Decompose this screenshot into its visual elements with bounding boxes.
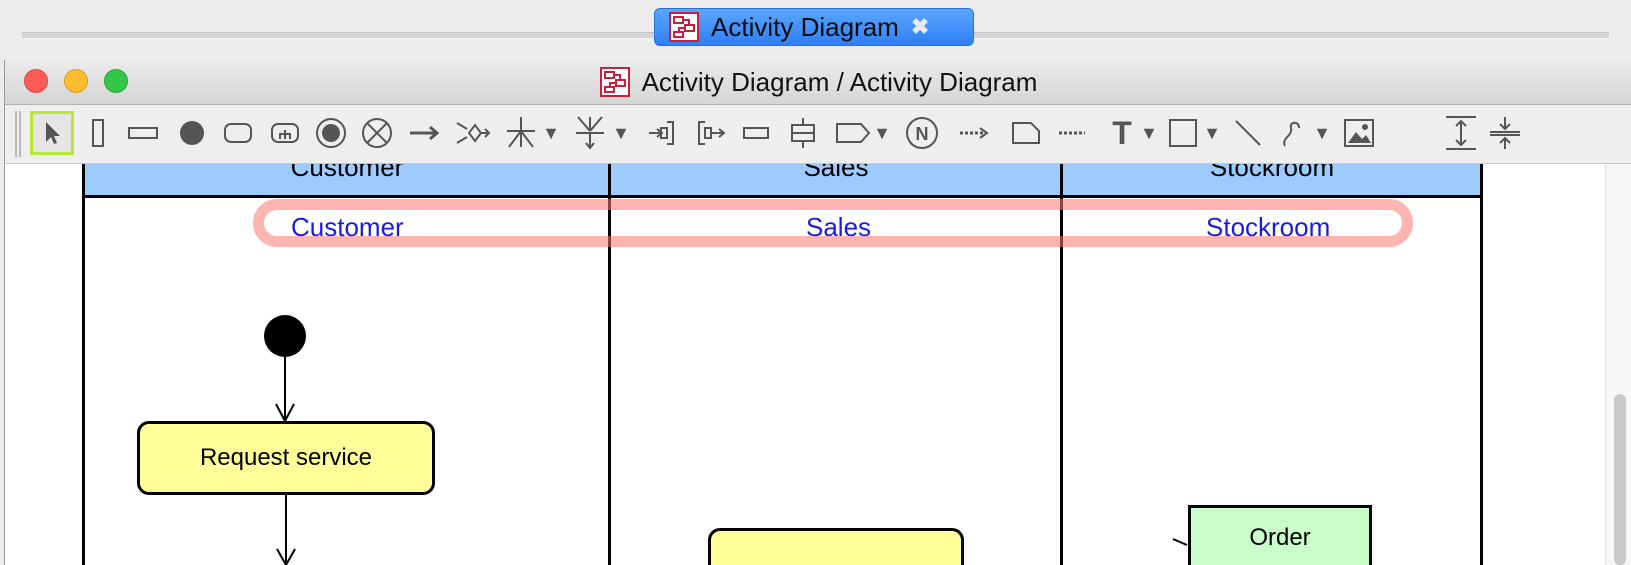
tab-activity-diagram[interactable]: Activity Diagram ✖ [654,8,974,46]
window-title-text: Activity Diagram / Activity Diagram [641,66,1038,97]
diagram-canvas[interactable]: Customer Sales Stockroom Customer Sales … [5,164,1631,565]
rectangle-icon[interactable] [1165,111,1201,155]
n-node-icon[interactable]: N [903,111,941,155]
object-flow-icon[interactable] [955,111,993,155]
call-behavior-action-icon[interactable] [267,111,303,155]
fork-icon[interactable] [501,111,541,155]
initial-node [264,315,306,357]
text-icon[interactable]: T [1105,111,1139,155]
join-icon[interactable] [570,111,610,155]
input-pin-icon[interactable] [645,111,679,155]
window-title: Activity Diagram / Activity Diagram [5,60,1631,104]
signal-dropdown-chevron-down-icon[interactable]: ▼ [873,111,891,155]
horizontal-partition-icon[interactable] [126,111,160,155]
scrollbar-thumb[interactable] [1614,394,1626,565]
svg-text:N: N [916,124,929,144]
rectangle-dropdown-chevron-down-icon[interactable]: ▼ [1203,111,1221,155]
activity-diagram-icon [599,67,630,97]
initial-node-icon[interactable] [175,111,209,155]
action-sales[interactable] [708,528,964,565]
diagram-window: Activity Diagram / Activity Diagram ▼ ▼ … [4,60,1631,565]
flow-final-icon[interactable] [359,111,395,155]
window-titlebar: Activity Diagram / Activity Diagram [5,60,1631,105]
anchor-icon[interactable] [1053,111,1091,155]
shrink-vertical-icon[interactable] [1485,111,1525,155]
fork-dropdown-chevron-down-icon[interactable]: ▼ [542,111,560,155]
output-pin-icon[interactable] [693,111,727,155]
object-flow-arrowhead [1172,538,1188,546]
send-signal-icon[interactable] [833,111,873,155]
select-tool-icon[interactable] [30,111,74,155]
freehand-icon[interactable] [1275,111,1309,155]
vertical-scrollbar[interactable] [1605,164,1631,565]
document-tab-strip: Activity Diagram ✖ [0,0,1631,60]
tab-label: Activity Diagram [711,11,899,42]
expand-vertical-icon[interactable] [1441,111,1481,155]
freehand-dropdown-chevron-down-icon[interactable]: ▼ [1313,111,1331,155]
text-dropdown-chevron-down-icon[interactable]: ▼ [1140,111,1158,155]
join-dropdown-chevron-down-icon[interactable]: ▼ [612,111,630,155]
image-icon[interactable] [1339,111,1379,155]
control-flow-icon[interactable] [405,111,443,155]
note-icon[interactable] [1008,111,1044,155]
toolbar-grip[interactable] [15,111,21,157]
palette-toolbar: ▼ ▼ ▼ N T ▼ ▼ ▼ [5,105,1631,164]
action-request-service[interactable]: Request service [137,421,435,495]
action-icon[interactable] [220,111,256,155]
object-node-order[interactable]: Order [1188,505,1372,565]
line-icon[interactable] [1230,111,1266,155]
vertical-partition-icon[interactable] [85,111,111,155]
decision-icon[interactable] [453,111,493,155]
activity-diagram-icon [669,12,699,42]
final-node-icon[interactable] [313,111,349,155]
object-node-icon[interactable] [739,111,773,155]
expansion-node-icon[interactable] [785,111,821,155]
close-icon[interactable]: ✖ [911,14,929,40]
